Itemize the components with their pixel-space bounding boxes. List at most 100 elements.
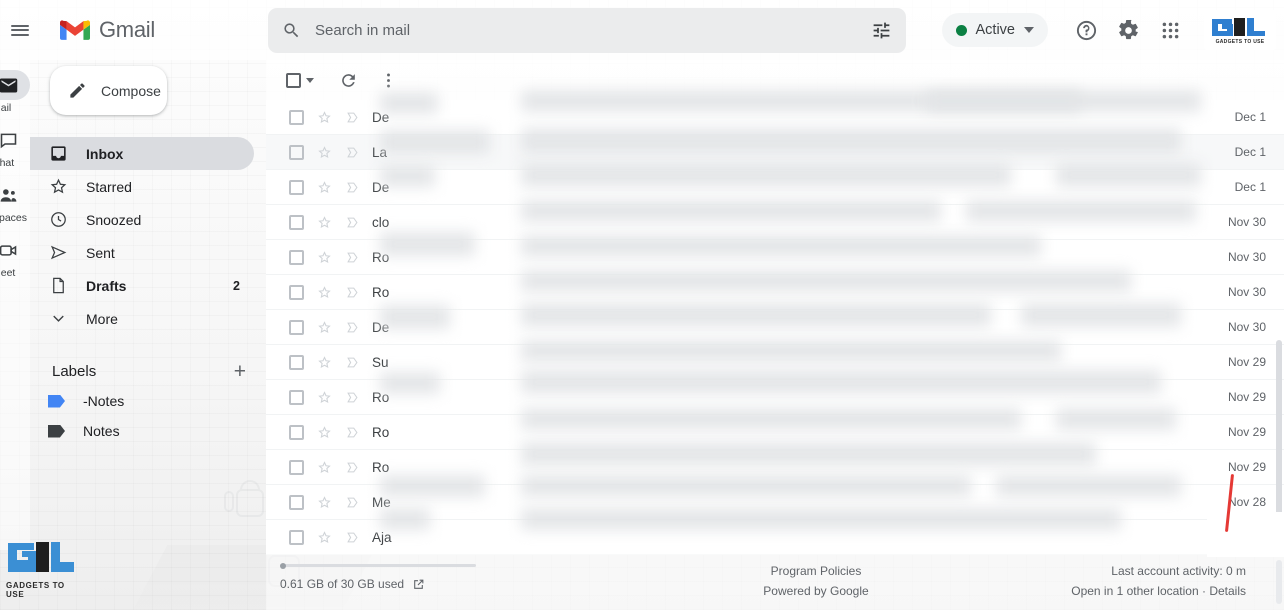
row-checkbox[interactable] <box>282 354 310 370</box>
mail-row[interactable]: De Dec 1 <box>266 100 1284 135</box>
row-star-button[interactable] <box>310 320 338 335</box>
important-marker-icon <box>346 427 358 437</box>
row-important-marker[interactable] <box>338 355 366 370</box>
hamburger-menu-icon[interactable] <box>0 10 40 50</box>
row-important-marker[interactable] <box>338 530 366 545</box>
mail-row[interactable]: Su Nov 29 <box>266 345 1284 380</box>
row-important-marker[interactable] <box>338 460 366 475</box>
star-icon <box>317 495 331 508</box>
mail-row[interactable]: Ro Nov 30 <box>266 275 1284 310</box>
mail-row[interactable]: De Dec 1 <box>266 170 1284 205</box>
row-checkbox[interactable] <box>282 319 310 335</box>
more-options-button[interactable] <box>370 62 406 98</box>
row-important-marker[interactable] <box>338 145 366 160</box>
row-important-marker[interactable] <box>338 250 366 265</box>
refresh-button[interactable] <box>330 62 366 98</box>
label-item-notes-dash[interactable]: -Notes <box>30 386 266 416</box>
row-star-button[interactable] <box>310 495 338 510</box>
mail-row[interactable]: Me Nov 28 <box>266 485 1284 520</box>
checkbox-icon <box>288 529 304 545</box>
row-checkbox[interactable] <box>282 284 310 300</box>
checkbox-icon <box>288 354 304 370</box>
rail-item-mail[interactable]: Mail <box>0 70 30 114</box>
row-checkbox[interactable] <box>282 109 310 125</box>
rail-item-chat[interactable]: Chat <box>0 125 30 169</box>
search-input[interactable] <box>301 22 871 39</box>
external-link-icon[interactable] <box>412 578 425 591</box>
row-important-marker[interactable] <box>338 425 366 440</box>
plus-icon[interactable]: + <box>234 361 246 382</box>
select-all-checkbox[interactable] <box>282 62 318 98</box>
gmail-app: Gmail Active <box>0 0 1284 610</box>
gear-icon[interactable] <box>1108 10 1148 50</box>
status-dot-icon <box>955 24 967 36</box>
row-star-button[interactable] <box>310 530 338 545</box>
row-checkbox[interactable] <box>282 214 310 230</box>
row-checkbox[interactable] <box>282 179 310 195</box>
search-bar[interactable] <box>268 8 906 53</box>
vertical-scrollbar-thumb[interactable] <box>1276 340 1282 525</box>
sidebar-item-more[interactable]: More <box>30 302 254 335</box>
powered-by-google-link[interactable]: Powered by Google <box>666 584 966 598</box>
storage-usage-text: 0.61 GB of 30 GB used <box>280 577 405 591</box>
sidebar-item-sent[interactable]: Sent <box>30 236 254 269</box>
chevron-down-icon <box>1024 27 1034 33</box>
program-policies-link[interactable]: Program Policies <box>666 564 966 578</box>
row-star-button[interactable] <box>310 110 338 125</box>
row-important-marker[interactable] <box>338 110 366 125</box>
row-checkbox[interactable] <box>282 424 310 440</box>
apps-grid-icon[interactable] <box>1150 10 1190 50</box>
header-right-cluster: Active GADGETS TO USE <box>941 0 1284 60</box>
mail-row[interactable]: Ro Nov 30 <box>266 240 1284 275</box>
row-star-button[interactable] <box>310 215 338 230</box>
row-important-marker[interactable] <box>338 215 366 230</box>
rail-label-chat: Chat <box>0 157 15 169</box>
mail-row[interactable]: Ro Nov 29 <box>266 380 1284 415</box>
row-important-marker[interactable] <box>338 180 366 195</box>
row-checkbox[interactable] <box>282 529 310 545</box>
mail-row[interactable]: La Dec 1 <box>266 135 1284 170</box>
rail-item-spaces[interactable]: Spaces <box>0 180 30 224</box>
tune-filter-icon[interactable] <box>871 20 892 41</box>
row-star-button[interactable] <box>310 390 338 405</box>
row-star-button[interactable] <box>310 425 338 440</box>
sidebar-item-starred[interactable]: Starred <box>30 170 254 203</box>
spaces-icon <box>0 188 16 202</box>
important-marker-icon <box>346 392 358 402</box>
vertical-scrollbar-thumb-secondary[interactable] <box>1276 560 1282 604</box>
sidebar-item-snoozed[interactable]: Snoozed <box>30 203 254 236</box>
row-sender: Ro <box>372 249 390 265</box>
sidebar-item-drafts[interactable]: Drafts 2 <box>30 269 254 302</box>
gmail-logo[interactable]: Gmail <box>60 17 155 43</box>
row-star-button[interactable] <box>310 285 338 300</box>
row-star-button[interactable] <box>310 145 338 160</box>
row-checkbox[interactable] <box>282 459 310 475</box>
row-checkbox[interactable] <box>282 389 310 405</box>
row-star-button[interactable] <box>310 460 338 475</box>
row-checkbox[interactable] <box>282 144 310 160</box>
rail-item-meet[interactable]: Meet <box>0 235 30 279</box>
row-star-button[interactable] <box>310 355 338 370</box>
row-star-button[interactable] <box>310 180 338 195</box>
row-checkbox[interactable] <box>282 494 310 510</box>
row-checkbox[interactable] <box>282 249 310 265</box>
brand-logo-gadgets-to-use[interactable]: GADGETS TO USE <box>1204 10 1276 50</box>
row-important-marker[interactable] <box>338 495 366 510</box>
mail-row[interactable]: Ro Nov 29 <box>266 450 1284 485</box>
status-chip-active[interactable]: Active <box>941 13 1048 47</box>
help-circle-icon[interactable] <box>1066 10 1106 50</box>
sidebar-item-inbox[interactable]: Inbox <box>30 137 254 170</box>
row-important-marker[interactable] <box>338 390 366 405</box>
row-important-marker[interactable] <box>338 285 366 300</box>
mail-list-panel: De Dec 1 La Dec 1 De Dec 1 clo Nov 30 Ro Nov 30 Ro… <box>266 60 1284 555</box>
mail-row[interactable]: Ro Nov 29 <box>266 415 1284 450</box>
open-location-text[interactable]: Open in 1 other location · Details <box>1071 584 1246 598</box>
row-important-marker[interactable] <box>338 320 366 335</box>
mail-row[interactable]: clo Nov 30 <box>266 205 1284 240</box>
row-star-button[interactable] <box>310 250 338 265</box>
label-item-notes[interactable]: Notes <box>30 416 266 446</box>
mail-row[interactable]: De Nov 30 <box>266 310 1284 345</box>
label-text-notes: Notes <box>83 423 120 439</box>
compose-button[interactable]: Compose <box>50 66 167 115</box>
row-date: Nov 28 <box>1227 495 1266 509</box>
